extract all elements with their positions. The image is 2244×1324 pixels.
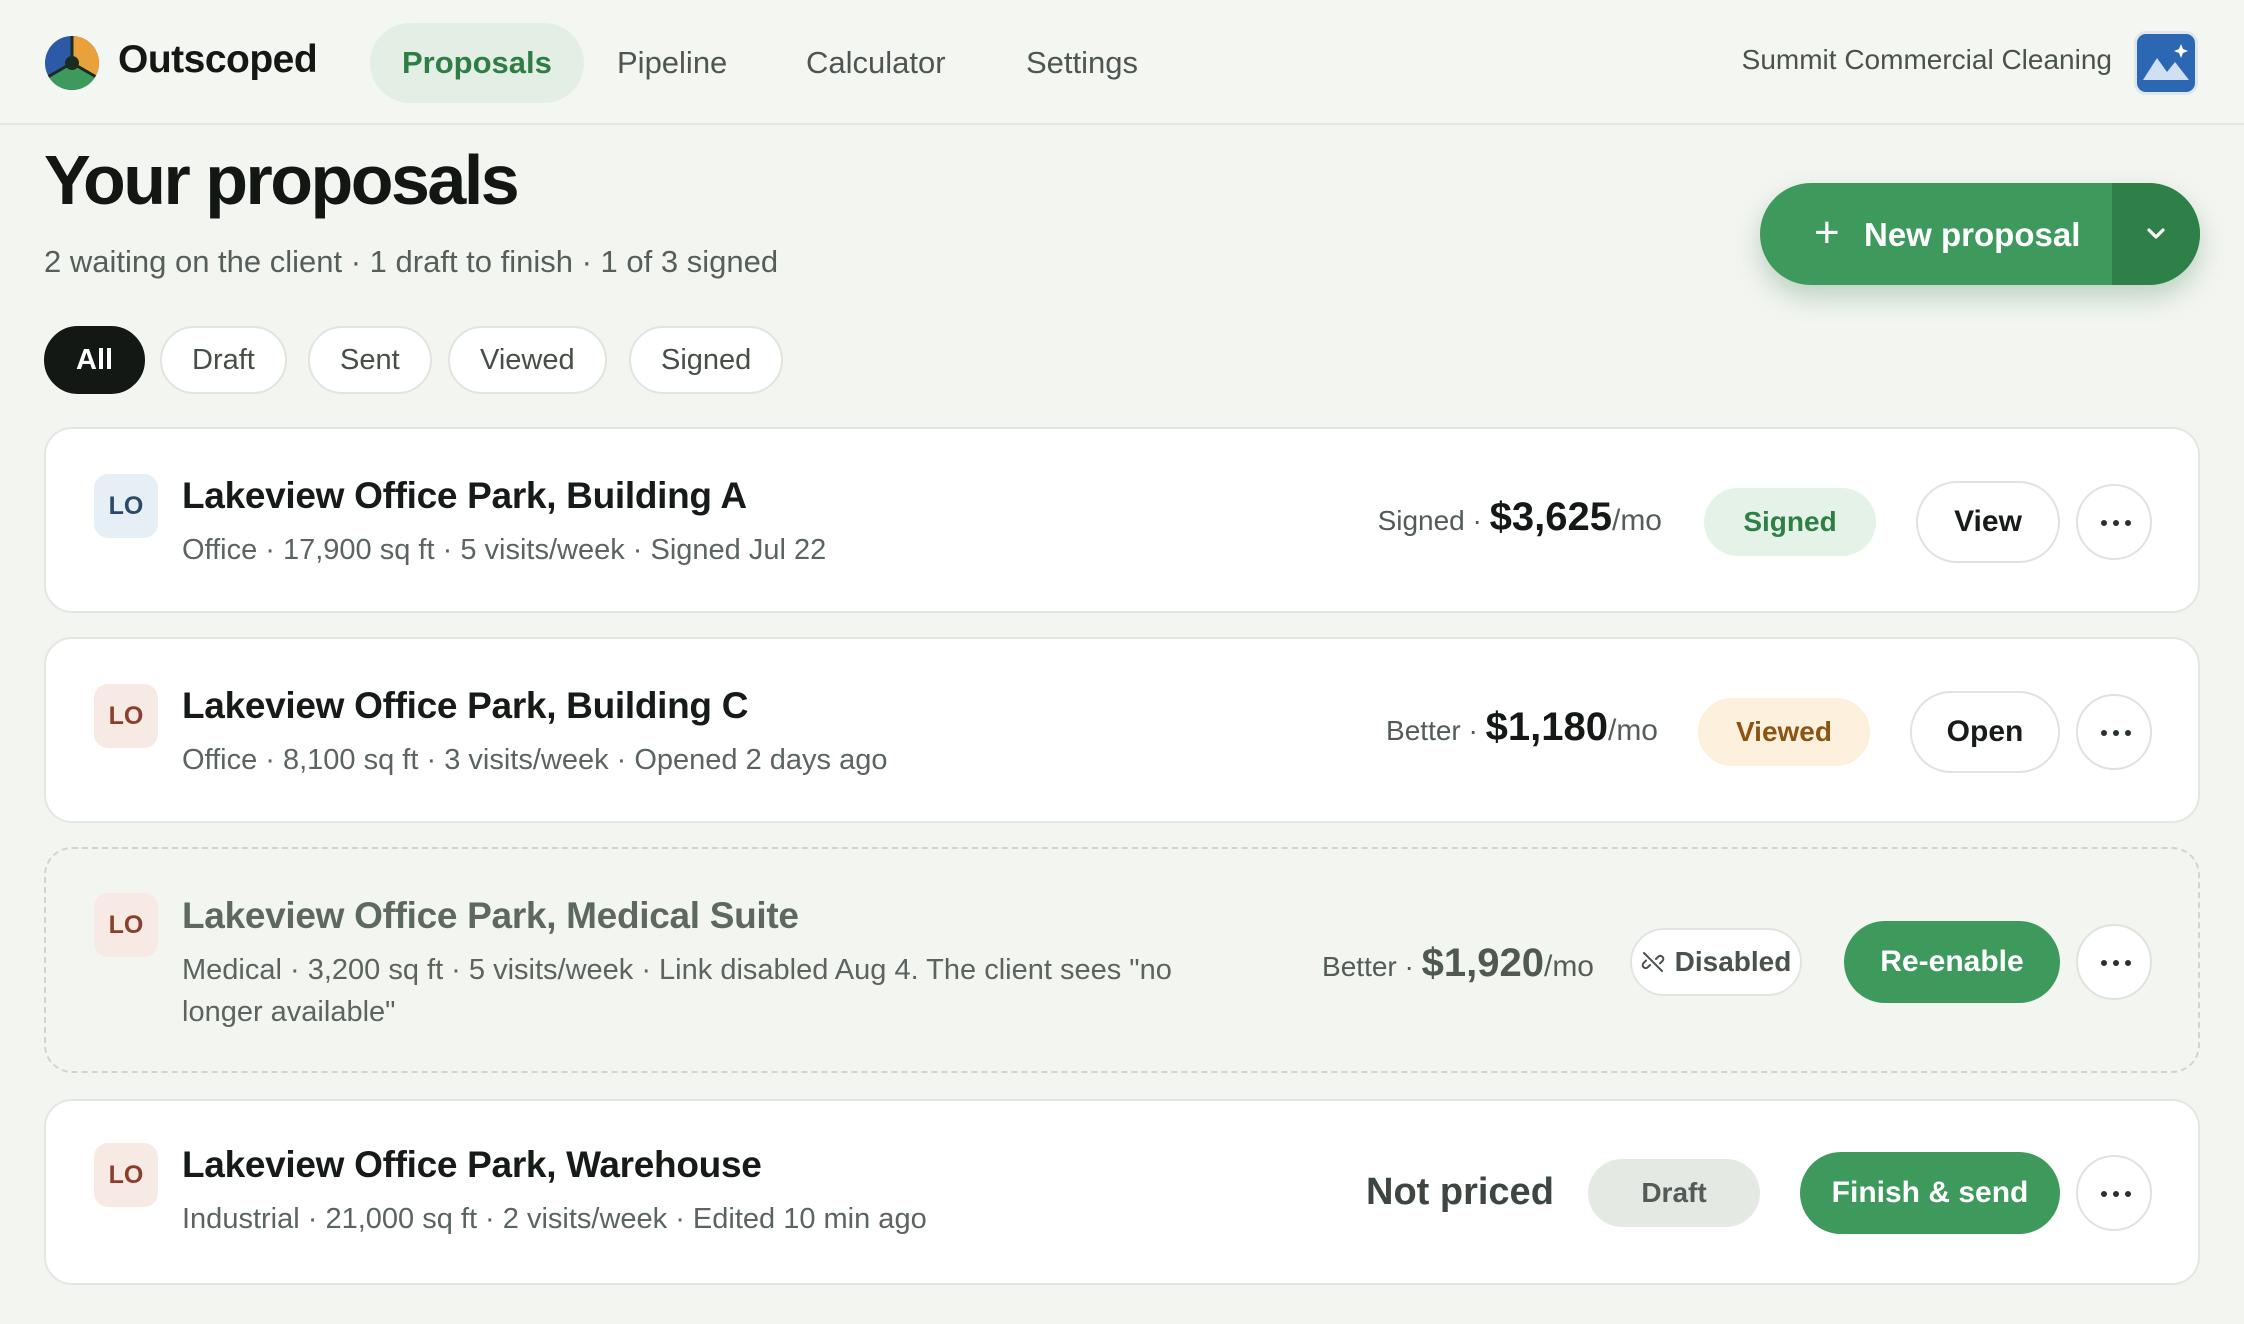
status-badge: Signed bbox=[1704, 488, 1876, 556]
proposal-meta: Office · 17,900 sq ft · 5 visits/week · … bbox=[182, 534, 827, 566]
proposal-price: Better · $1,920/mo bbox=[1322, 941, 1594, 986]
top-nav: Outscoped Proposals Pipeline Calculator … bbox=[0, 0, 2244, 125]
more-icon[interactable] bbox=[2076, 694, 2152, 770]
new-proposal-button[interactable]: + New proposal bbox=[1760, 183, 2112, 285]
proposal-card[interactable]: LO Lakeview Office Park, Building A Offi… bbox=[44, 427, 2200, 613]
price-tier: Better · bbox=[1322, 951, 1414, 982]
link-off-icon bbox=[1641, 952, 1664, 972]
price-tier: Signed · bbox=[1377, 505, 1482, 536]
tab-proposals[interactable]: Proposals bbox=[370, 23, 584, 103]
chevron-down-icon bbox=[2147, 228, 2165, 239]
status-badge: Viewed bbox=[1698, 698, 1870, 766]
proposal-card[interactable]: LO Lakeview Office Park, Building C Offi… bbox=[44, 637, 2200, 823]
price-tier: Better · bbox=[1386, 715, 1478, 746]
proposal-meta: Office · 8,100 sq ft · 3 visits/week · O… bbox=[182, 744, 888, 776]
price-amount: $1,920 bbox=[1421, 941, 1544, 985]
proposal-price: Better · $1,180/mo bbox=[1386, 705, 1658, 750]
more-icon[interactable] bbox=[2076, 484, 2152, 560]
proposal-card[interactable]: LO Lakeview Office Park, Medical Suite M… bbox=[44, 847, 2200, 1073]
tab-settings[interactable]: Settings bbox=[994, 23, 1170, 103]
price-amount: $3,625 bbox=[1489, 495, 1612, 539]
view-button[interactable]: View bbox=[1916, 481, 2060, 563]
new-proposal-split-button: + New proposal bbox=[1760, 183, 2200, 285]
avatar[interactable] bbox=[2134, 31, 2198, 95]
finish-send-button[interactable]: Finish & send bbox=[1800, 1152, 2060, 1234]
status-badge: Draft bbox=[1588, 1159, 1760, 1227]
more-icon[interactable] bbox=[2076, 924, 2152, 1000]
client-initials: LO bbox=[94, 893, 158, 957]
client-initials: LO bbox=[94, 474, 158, 538]
price-unit: /mo bbox=[1607, 714, 1658, 747]
tab-pipeline[interactable]: Pipeline bbox=[585, 23, 759, 103]
logo-icon bbox=[45, 35, 100, 91]
proposal-card[interactable]: LO Lakeview Office Park, Warehouse Indus… bbox=[44, 1099, 2200, 1285]
tab-calculator[interactable]: Calculator bbox=[774, 23, 978, 103]
more-icon[interactable] bbox=[2076, 1155, 2152, 1231]
status-badge: Disabled bbox=[1630, 928, 1802, 996]
client-initials: LO bbox=[94, 1143, 158, 1207]
filter-sent[interactable]: Sent bbox=[308, 326, 432, 394]
filter-viewed[interactable]: Viewed bbox=[448, 326, 607, 394]
new-proposal-dropdown-button[interactable] bbox=[2112, 183, 2200, 285]
proposal-meta-line-2: longer available" bbox=[182, 996, 396, 1028]
brand-name: Outscoped bbox=[118, 38, 318, 81]
not-priced-label: Not priced bbox=[1366, 1171, 1554, 1213]
proposal-meta: Industrial · 21,000 sq ft · 2 visits/wee… bbox=[182, 1203, 927, 1235]
filter-signed[interactable]: Signed bbox=[629, 326, 784, 394]
new-proposal-label: New proposal bbox=[1864, 216, 2081, 253]
proposal-title: Lakeview Office Park, Medical Suite bbox=[182, 895, 799, 936]
price-amount: $1,180 bbox=[1485, 705, 1608, 749]
avatar-icon bbox=[2143, 44, 2189, 80]
client-initials: LO bbox=[94, 684, 158, 748]
plus-icon: + bbox=[1814, 208, 1840, 257]
proposal-title: Lakeview Office Park, Building C bbox=[182, 685, 749, 726]
page-subtitle: 2 waiting on the client · 1 draft to fin… bbox=[44, 244, 779, 279]
re-enable-button[interactable]: Re-enable bbox=[1844, 921, 2060, 1003]
proposal-price: Signed · $3,625/mo bbox=[1378, 495, 1662, 540]
page-title: Your proposals bbox=[44, 141, 520, 219]
price-unit: /mo bbox=[1611, 504, 1662, 537]
price-unit: /mo bbox=[1543, 950, 1594, 983]
company-name: Summit Commercial Cleaning bbox=[1741, 44, 2112, 75]
filter-all[interactable]: All bbox=[44, 326, 146, 394]
open-button[interactable]: Open bbox=[1910, 691, 2060, 773]
proposal-title: Lakeview Office Park, Warehouse bbox=[182, 1144, 762, 1185]
filter-draft[interactable]: Draft bbox=[160, 326, 287, 394]
status-label: Disabled bbox=[1674, 946, 1792, 977]
proposal-title: Lakeview Office Park, Building A bbox=[182, 475, 747, 516]
proposal-meta-line-1: Medical · 3,200 sq ft · 5 visits/week · … bbox=[182, 954, 1172, 986]
